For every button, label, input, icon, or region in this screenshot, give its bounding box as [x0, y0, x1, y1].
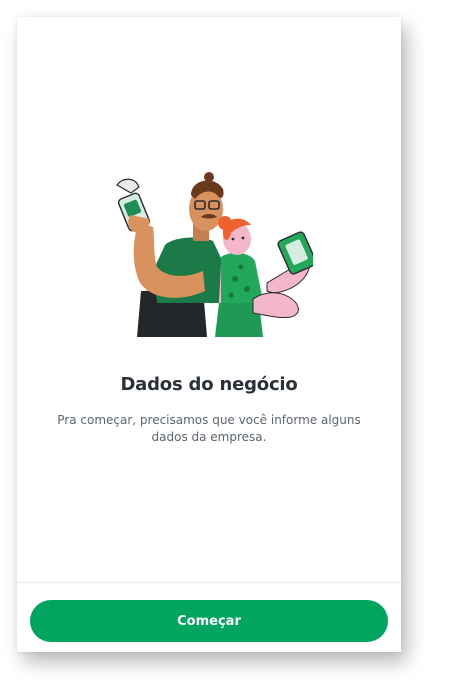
- start-button[interactable]: Começar: [30, 600, 388, 642]
- page-title: Dados do negócio: [120, 374, 298, 395]
- people-with-card-machines-illustration: [103, 171, 317, 337]
- onboarding-screen: Dados do negócio Pra começar, precisamos…: [17, 17, 401, 652]
- footer-divider: [17, 582, 401, 583]
- page-description: Pra começar, precisamos que você informe…: [57, 413, 361, 444]
